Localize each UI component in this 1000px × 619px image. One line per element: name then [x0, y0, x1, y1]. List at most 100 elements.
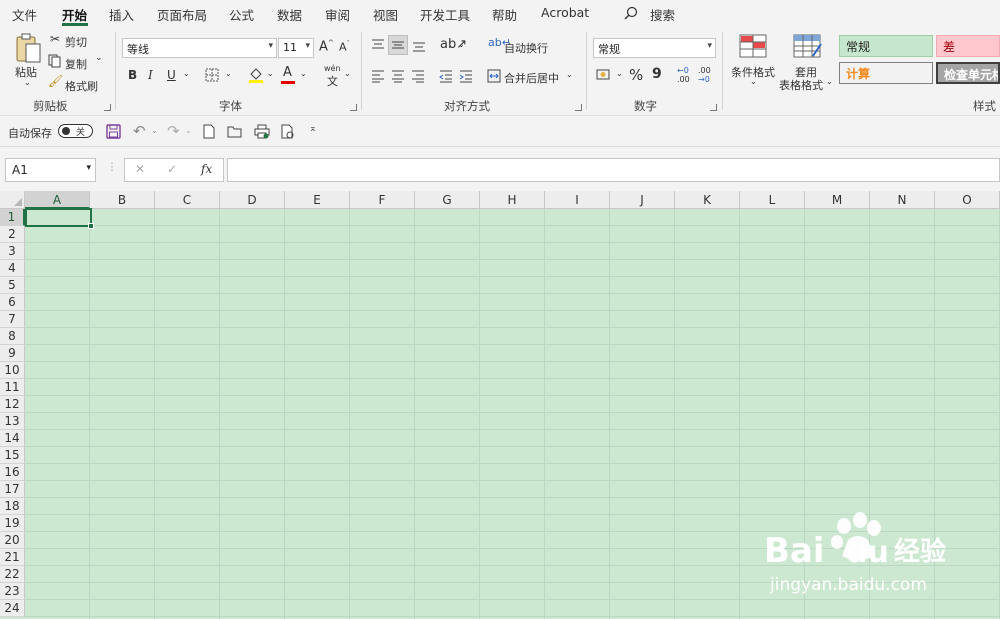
row-header-8[interactable]: 8	[0, 328, 25, 345]
row-header-3[interactable]: 3	[0, 243, 25, 260]
format-as-table-icon[interactable]	[793, 34, 823, 60]
format-as-table-line2[interactable]: 表格格式	[779, 77, 823, 93]
select-all-corner[interactable]	[0, 191, 25, 209]
tab-review[interactable]: 审阅	[325, 5, 350, 24]
fill-handle[interactable]	[88, 223, 94, 229]
column-header-n[interactable]: N	[870, 191, 935, 209]
cut-button[interactable]: 剪切	[65, 34, 87, 50]
column-header-i[interactable]: I	[545, 191, 610, 209]
row-header-9[interactable]: 9	[0, 345, 25, 362]
row-header-11[interactable]: 11	[0, 379, 25, 396]
fill-color-dropdown-icon[interactable]: ⌄	[267, 69, 274, 78]
cell-style-normal[interactable]: 常规	[839, 35, 933, 57]
comma-style-button[interactable]: 9	[652, 66, 662, 82]
column-header-h[interactable]: H	[480, 191, 545, 209]
column-header-m[interactable]: M	[805, 191, 870, 209]
alignment-launcher-icon[interactable]	[575, 104, 582, 111]
italic-button[interactable]: I	[148, 68, 153, 82]
column-header-a[interactable]: A	[25, 191, 90, 209]
phonetic-guide-icon[interactable]: wén 文	[324, 64, 341, 89]
increase-decimal-icon[interactable]: ←0.00	[677, 66, 690, 84]
autosave-toggle[interactable]: 关	[58, 124, 93, 138]
column-header-e[interactable]: E	[285, 191, 350, 209]
bold-button[interactable]: B	[128, 68, 137, 82]
row-header-6[interactable]: 6	[0, 294, 25, 311]
cell-style-bad[interactable]: 差	[936, 35, 1000, 57]
redo-dropdown-icon[interactable]: ⌄	[185, 126, 192, 135]
column-header-c[interactable]: C	[155, 191, 220, 209]
conditional-format-icon[interactable]	[739, 34, 767, 58]
row-header-1[interactable]: 1	[0, 209, 25, 226]
formula-input[interactable]	[227, 158, 1000, 182]
align-left-icon[interactable]	[371, 69, 385, 83]
percent-style-button[interactable]: %	[629, 66, 643, 84]
row-header-16[interactable]: 16	[0, 464, 25, 481]
row-header-2[interactable]: 2	[0, 226, 25, 243]
align-right-icon[interactable]	[411, 69, 425, 83]
format-painter-button[interactable]: 格式刷	[65, 78, 98, 94]
row-header-12[interactable]: 12	[0, 396, 25, 413]
table-format-dropdown-icon[interactable]: ⌄	[826, 77, 833, 86]
search-icon[interactable]	[624, 6, 638, 20]
cell-style-check-cell[interactable]: 检查单元格	[936, 62, 1000, 84]
row-header-14[interactable]: 14	[0, 430, 25, 447]
name-box[interactable]: A1 ▾	[5, 158, 96, 182]
merge-dropdown-icon[interactable]: ⌄	[566, 70, 573, 79]
column-header-d[interactable]: D	[220, 191, 285, 209]
font-size-select[interactable]: 11 ▾	[278, 38, 314, 58]
tab-data[interactable]: 数据	[277, 5, 302, 24]
row-header-10[interactable]: 10	[0, 362, 25, 379]
redo-icon[interactable]: ↷	[167, 122, 180, 140]
tab-insert[interactable]: 插入	[109, 5, 134, 24]
tab-page-layout[interactable]: 页面布局	[157, 5, 207, 24]
font-color-icon[interactable]: A	[283, 65, 292, 80]
tab-file[interactable]: 文件	[12, 5, 37, 24]
open-folder-icon[interactable]	[227, 125, 243, 138]
tab-formulas[interactable]: 公式	[229, 5, 254, 24]
customize-qat-icon[interactable]: ⌅	[309, 124, 317, 134]
row-header-7[interactable]: 7	[0, 311, 25, 328]
underline-button[interactable]: U	[167, 68, 176, 82]
undo-dropdown-icon[interactable]: ⌄	[151, 126, 158, 135]
row-header-13[interactable]: 13	[0, 413, 25, 430]
row-header-20[interactable]: 20	[0, 532, 25, 549]
active-cell-a1[interactable]	[25, 208, 94, 229]
decrease-decimal-icon[interactable]: .00 →0	[698, 66, 711, 84]
row-header-23[interactable]: 23	[0, 583, 25, 600]
save-icon[interactable]	[106, 124, 121, 139]
clipboard-launcher-icon[interactable]	[104, 104, 111, 111]
orientation-dropdown-icon[interactable]: ⌄	[458, 40, 465, 49]
tab-view[interactable]: 视图	[373, 5, 398, 24]
merge-center-icon[interactable]	[487, 69, 501, 83]
font-color-dropdown-icon[interactable]: ⌄	[300, 69, 307, 78]
row-header-21[interactable]: 21	[0, 549, 25, 566]
align-center-icon[interactable]	[391, 69, 405, 83]
accounting-format-icon[interactable]	[596, 68, 612, 82]
row-header-4[interactable]: 4	[0, 260, 25, 277]
column-header-b[interactable]: B	[90, 191, 155, 209]
align-middle-button[interactable]	[388, 35, 408, 55]
underline-dropdown-icon[interactable]: ⌄	[183, 69, 190, 78]
copy-button[interactable]: 复制	[65, 56, 87, 72]
print-icon[interactable]	[281, 124, 295, 139]
borders-icon[interactable]	[205, 68, 219, 82]
align-top-icon[interactable]	[371, 38, 385, 52]
enter-icon[interactable]: ✓	[167, 162, 177, 176]
more-options-icon[interactable]: ⋮	[107, 162, 117, 173]
row-header-24[interactable]: 24	[0, 600, 25, 617]
row-header-17[interactable]: 17	[0, 481, 25, 498]
search-label[interactable]: 搜索	[650, 5, 675, 24]
copy-dropdown-icon[interactable]: ⌄	[95, 53, 103, 63]
row-header-5[interactable]: 5	[0, 277, 25, 294]
paste-dropdown-icon[interactable]: ⌄	[24, 78, 31, 87]
decrease-indent-icon[interactable]	[439, 69, 453, 83]
font-name-select[interactable]: 等线 ▾	[122, 38, 277, 58]
column-header-k[interactable]: K	[675, 191, 740, 209]
tab-acrobat[interactable]: Acrobat	[541, 5, 589, 20]
copy-icon[interactable]	[48, 54, 62, 68]
cancel-icon[interactable]: ✕	[135, 162, 145, 176]
column-header-j[interactable]: J	[610, 191, 675, 209]
merge-center-button[interactable]: 合并后居中	[504, 70, 559, 86]
row-header-15[interactable]: 15	[0, 447, 25, 464]
row-header-19[interactable]: 19	[0, 515, 25, 532]
